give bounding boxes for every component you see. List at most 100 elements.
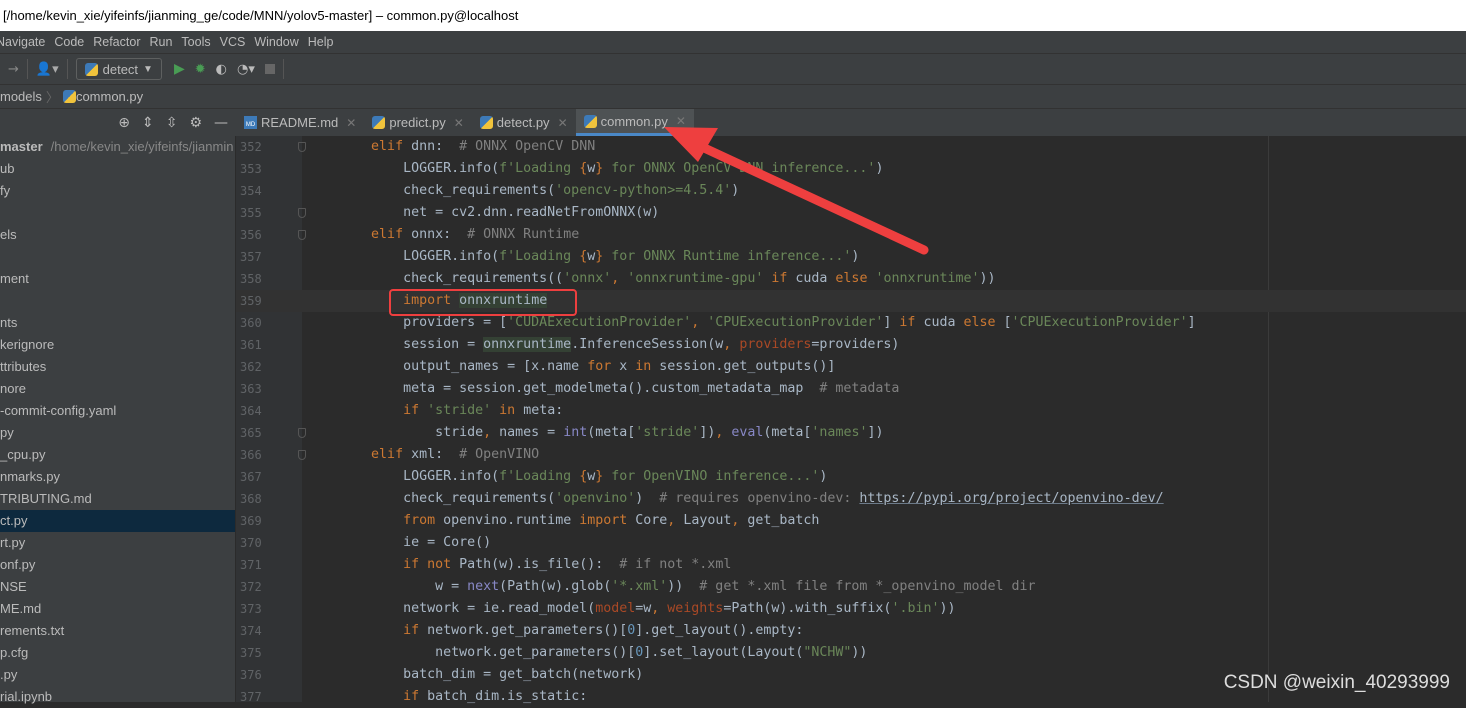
line-number: 366 [240,448,262,462]
tree-item[interactable]: nmarks.py [0,466,235,488]
tree-item[interactable]: -commit-config.yaml [0,400,235,422]
code-token: # ONNX OpenCV DNN [459,139,596,154]
code-token: ) [851,249,860,264]
code-token: [ [995,315,1012,330]
code-token: for ONNX OpenCV DNN inference...' [603,161,876,176]
tree-item[interactable]: rements.txt [0,620,235,642]
expand-all-icon[interactable]: ⇕ [142,115,154,131]
python-file-icon [372,116,386,129]
close-icon[interactable]: ✕ [346,116,356,130]
fold-icon[interactable] [298,142,306,152]
code-token: =Path(w).with_suffix( [723,601,892,616]
tree-item[interactable]: rt.py [0,532,235,554]
profile-icon[interactable]: ◔▾ [237,62,255,77]
tree-item[interactable]: .py [0,664,235,686]
close-icon[interactable]: ✕ [676,114,686,128]
gear-icon[interactable]: ⚙ [189,115,202,131]
tree-item[interactable]: nore [0,378,235,400]
tree-item[interactable]: p.cfg [0,642,235,664]
tree-item[interactable]: ct.py [0,510,235,532]
code-line: 375 network.get_parameters()[0].set_layo… [236,642,1466,664]
menu-help[interactable]: Help [308,35,334,49]
user-icon[interactable]: 👤▾ [36,62,59,77]
breadcrumb: models 〉 common.py [0,84,1466,108]
code-token: if [403,623,420,638]
tree-item[interactable] [0,246,235,268]
code-text: from openvino.runtime import Core, Layou… [307,510,819,532]
tree-item[interactable]: rial.ipynb [0,686,235,708]
code-token: )) [851,645,868,660]
hide-icon[interactable]: — [214,115,228,131]
tab-predict-py[interactable]: predict.py ✕ [364,109,471,136]
locate-icon[interactable]: ⊕ [118,115,130,131]
code-token: f'Loading [499,161,580,176]
fold-icon[interactable] [298,450,306,460]
code-token: ].get_layout().empty: [635,623,804,638]
divider [66,59,68,79]
coverage-icon[interactable]: ◐ [216,62,227,77]
fold-icon[interactable] [298,428,306,438]
code-token: dnn: [403,139,460,154]
code-token: in [491,403,516,418]
code-line: 368 check_requirements('openvino') # req… [236,488,1466,510]
line-number: 368 [240,492,262,506]
code-line: 362 output_names = [x.name for x in sess… [236,356,1466,378]
code-token: ) [635,491,660,506]
project-root[interactable]: master/home/kevin_xie/yifeinfs/jianmin [0,136,235,158]
tree-item[interactable]: ub [0,158,235,180]
code-token: 'stride' [635,425,700,440]
collapse-all-icon[interactable]: ⇳ [166,115,178,131]
code-token: , [731,513,748,528]
close-icon[interactable]: ✕ [558,116,568,130]
code-token: if not [403,557,452,572]
tree-item[interactable]: kerignore [0,334,235,356]
line-number: 358 [240,272,262,286]
tab-label: detect.py [496,115,550,130]
debug-icon[interactable]: ✹ [195,62,206,77]
tree-item[interactable]: TRIBUTING.md [0,488,235,510]
tree-item[interactable]: ttributes [0,356,235,378]
project-tree: master/home/kevin_xie/yifeinfs/jianmin u… [0,136,236,704]
fold-icon[interactable] [298,208,306,218]
tree-item[interactable]: els [0,224,235,246]
tab-detect-py[interactable]: detect.py ✕ [472,109,576,136]
tree-item[interactable]: ment [0,268,235,290]
run-config-select[interactable]: detect ▼ [75,58,162,80]
tree-item[interactable]: NSE [0,576,235,598]
close-icon[interactable]: ✕ [454,116,464,130]
tree-item[interactable]: nts [0,312,235,334]
code-editor[interactable]: 352 elif dnn: # ONNX OpenCV DNN 353 LOGGE… [236,136,1466,704]
menu-tools[interactable]: Tools [181,35,210,49]
breadcrumb-models[interactable]: models [0,89,42,104]
code-token: ] [883,315,900,330]
menu-window[interactable]: Window [254,35,298,49]
line-number: 355 [240,206,262,220]
code-token: else [963,315,996,330]
breadcrumb-common[interactable]: common.py [76,89,143,104]
menu-navigate[interactable]: Navigate [0,35,45,49]
code-token: # if not *.xml [619,557,732,572]
tree-item[interactable] [0,202,235,224]
code-text: w = next(Path(w).glob('*.xml')) # get *.… [307,576,1035,598]
menu-run[interactable]: Run [149,35,172,49]
tab-common-py[interactable]: common.py ✕ [575,109,694,136]
code-token: f'Loading [499,249,580,264]
fold-icon[interactable] [298,230,306,240]
code-token: 'stride' [427,403,492,418]
tree-item[interactable]: onf.py [0,554,235,576]
forward-arrow-icon[interactable]: → [8,62,19,77]
run-icon[interactable]: ▶ [174,61,185,77]
menu-vcs[interactable]: VCS [220,35,246,49]
tree-item[interactable]: ME.md [0,598,235,620]
code-text: LOGGER.info(f'Loading {w} for ONNX Runti… [307,246,859,268]
tree-item[interactable] [0,290,235,312]
tab-readme-md[interactable]: MD README.md ✕ [236,109,364,136]
menu-refactor[interactable]: Refactor [93,35,140,49]
code-token: cuda [787,271,836,286]
tree-item[interactable]: fy [0,180,235,202]
menu-code[interactable]: Code [54,35,84,49]
tree-item[interactable]: _cpu.py [0,444,235,466]
stop-icon[interactable] [264,64,275,74]
tree-item[interactable]: py [0,422,235,444]
